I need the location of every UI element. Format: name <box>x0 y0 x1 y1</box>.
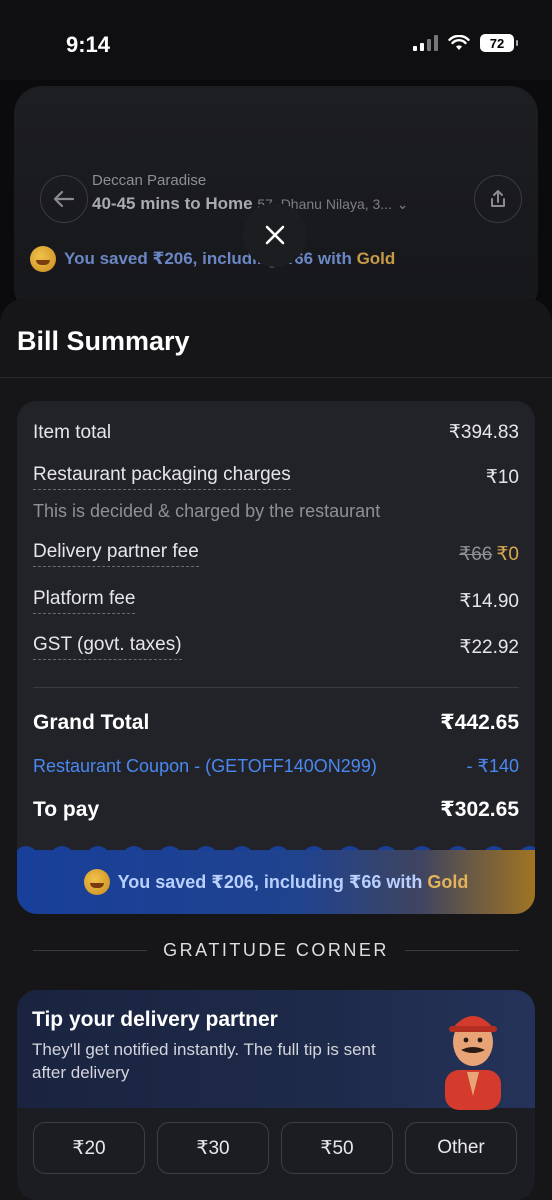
gst-value: ₹22.92 <box>459 636 519 658</box>
restaurant-name: Deccan Paradise <box>92 172 207 189</box>
close-icon <box>265 225 285 245</box>
gratitude-title: GRATITUDE CORNER <box>163 940 389 960</box>
delivery-fee-row[interactable]: Delivery partner fee ₹66 ₹0 <box>33 541 519 567</box>
tip-option-30[interactable]: ₹30 <box>157 1122 269 1174</box>
savings-banner: You saved ₹206, including ₹66 with Gold <box>17 850 535 914</box>
tip-card: Tip your delivery partner They'll get no… <box>17 990 535 1200</box>
tip-option-50[interactable]: ₹50 <box>281 1122 393 1174</box>
bill-separator <box>33 687 519 688</box>
packaging-label[interactable]: Restaurant packaging charges <box>33 464 291 490</box>
grand-total-label: Grand Total <box>33 710 150 734</box>
platform-fee-label[interactable]: Platform fee <box>33 588 136 614</box>
battery-icon: 72 <box>480 34 518 52</box>
divider <box>404 950 520 951</box>
wifi-icon <box>448 35 470 50</box>
delivery-fee-value: ₹0 <box>496 543 519 565</box>
delivery-fee-values: ₹66 ₹0 <box>459 543 519 566</box>
order-header-card: Deccan Paradise 40-45 mins to Home 57, D… <box>14 86 538 316</box>
divider <box>0 377 552 378</box>
item-total-value: ₹394.83 <box>448 422 519 443</box>
platform-fee-value: ₹14.90 <box>459 590 519 612</box>
sheet-title: Bill Summary <box>17 326 190 356</box>
coupon-row: Restaurant Coupon - (GETOFF140ON299) - ₹… <box>33 756 519 777</box>
savings-banner-dim: You saved ₹206, including ₹66 with Gold <box>30 246 395 272</box>
delivery-partner-illustration <box>445 1016 501 1110</box>
to-pay-row: To pay ₹302.65 <box>33 797 519 822</box>
divider <box>33 950 148 951</box>
grand-total-value: ₹442.65 <box>440 711 519 734</box>
tip-options: ₹20 ₹30 ₹50 Other <box>33 1122 517 1174</box>
bill-card: Item total ₹394.83 Restaurant packaging … <box>17 401 535 914</box>
tip-banner: Tip your delivery partner They'll get no… <box>17 990 535 1110</box>
to-pay-label: To pay <box>33 797 100 821</box>
gold-label: Gold <box>427 871 469 892</box>
to-pay-value: ₹302.65 <box>440 798 519 821</box>
tip-title: Tip your delivery partner <box>32 1008 278 1031</box>
close-button[interactable] <box>243 203 307 267</box>
item-total-label: Item total <box>33 421 112 443</box>
eta-text[interactable]: 40-45 mins to Home 57, Dhanu Nilaya, 3..… <box>92 194 408 214</box>
delivery-fee-original: ₹66 <box>459 543 493 565</box>
bill-summary-sheet: Bill Summary Item total ₹394.83 Restaura… <box>0 298 552 1200</box>
savings-text: You saved ₹206, including ₹66 with <box>117 871 428 892</box>
eta-label: 40-45 mins to Home <box>92 194 253 213</box>
party-face-icon <box>83 869 110 895</box>
packaging-value: ₹10 <box>485 466 519 488</box>
tip-subtitle: They'll get notified instantly. The full… <box>32 1040 376 1082</box>
packaging-row[interactable]: Restaurant packaging charges ₹10 <box>33 464 519 490</box>
coupon-label: Restaurant Coupon - (GETOFF140ON299) <box>33 756 377 776</box>
party-face-icon <box>30 246 56 272</box>
share-icon <box>491 190 505 207</box>
status-bar: 9:14 72 <box>0 0 552 80</box>
status-time: 9:14 <box>66 32 111 57</box>
delivery-fee-label[interactable]: Delivery partner fee <box>33 541 199 567</box>
packaging-note: This is decided & charged by the restaur… <box>33 501 381 521</box>
status-icons: 72 <box>413 34 518 52</box>
coupon-value: - ₹140 <box>466 756 519 776</box>
tip-option-20[interactable]: ₹20 <box>33 1122 145 1174</box>
gst-label[interactable]: GST (govt. taxes) <box>33 634 182 660</box>
chevron-down-icon: ⌄ <box>396 196 409 212</box>
gst-row[interactable]: GST (govt. taxes) ₹22.92 <box>33 634 519 660</box>
savings-text-dim: You saved ₹206, including ₹66 with <box>64 249 357 268</box>
tip-option-other[interactable]: Other <box>405 1122 517 1174</box>
arrow-left-icon <box>53 190 75 208</box>
share-button[interactable] <box>474 175 522 223</box>
item-total-row: Item total ₹394.83 <box>33 421 519 444</box>
grand-total-row: Grand Total ₹442.65 <box>33 710 519 735</box>
signal-icon <box>413 35 438 51</box>
back-button[interactable] <box>40 175 88 223</box>
gold-label-dim: Gold <box>356 249 396 268</box>
gratitude-heading: GRATITUDE CORNER <box>33 940 520 961</box>
platform-fee-row[interactable]: Platform fee ₹14.90 <box>33 588 519 614</box>
battery-level: 72 <box>489 35 505 51</box>
